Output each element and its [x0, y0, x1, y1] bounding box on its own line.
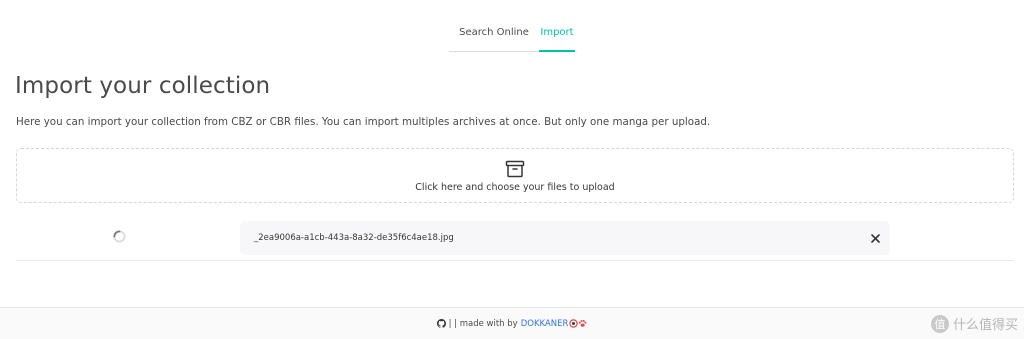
- archive-box-icon: [505, 160, 525, 177]
- github-icon[interactable]: [436, 319, 446, 328]
- circle-logo-icon: [569, 319, 579, 328]
- tab-search-online[interactable]: Search Online: [449, 18, 539, 52]
- footer-brand-link[interactable]: DOKKANER: [521, 319, 569, 329]
- loading-spinner-icon: [113, 230, 126, 243]
- remove-file-button[interactable]: [868, 231, 882, 245]
- watermark-logo-icon: 值: [930, 314, 949, 333]
- page-description: Here you can import your collection from…: [16, 116, 711, 128]
- page-footer: | | made with by DOKKANER: [0, 307, 1024, 339]
- paw-icon: [579, 319, 587, 327]
- dropzone-label: Click here and choose your files to uplo…: [415, 181, 615, 193]
- upload-filename: _2ea9006a-a1cb-443a-8a32-de35f6c4ae18.jp…: [254, 233, 454, 243]
- upload-file-chip: _2ea9006a-a1cb-443a-8a32-de35f6c4ae18.jp…: [240, 221, 890, 255]
- footer-text: | | made with by: [448, 318, 518, 329]
- site-watermark: 值 什么值得买: [930, 314, 1018, 333]
- footer-brand-icons: [569, 319, 587, 328]
- file-dropzone[interactable]: Click here and choose your files to uplo…: [16, 148, 1014, 203]
- page-title: Import your collection: [15, 73, 271, 99]
- tabs-bar: Search Online Import: [0, 18, 1024, 52]
- import-page: Search Online Import Import your collect…: [0, 0, 1024, 339]
- tab-import[interactable]: Import: [539, 18, 575, 52]
- close-icon: [870, 233, 880, 243]
- upload-row: _2ea9006a-a1cb-443a-8a32-de35f6c4ae18.jp…: [16, 218, 1014, 261]
- watermark-text: 什么值得买: [952, 318, 1018, 333]
- tabs-list: Search Online Import: [449, 18, 575, 52]
